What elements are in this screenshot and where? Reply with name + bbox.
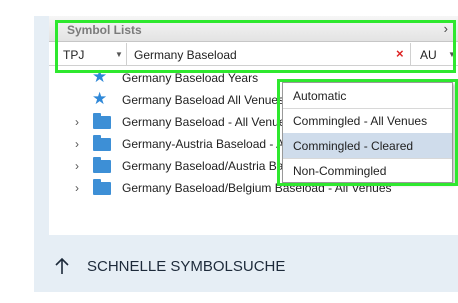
folder-icon [93,135,111,151]
folder-icon [93,113,111,129]
chevron-right-icon[interactable]: › [444,21,448,36]
exchange-select-value: TPJ [63,48,85,62]
quick-search-label: SCHNELLE SYMBOLSUCHE [87,258,286,275]
info-card: Symbol Lists › TPJ ▼ × AU ▼ ★ Germany Ba… [34,16,458,292]
dropdown-option-label: Commingled - All Venues [293,114,428,128]
venue-mode-dropdown: Automatic Commingled - All Venues Commin… [282,82,453,183]
star-icon: ★ [92,89,108,108]
folder-icon [93,179,111,195]
venue-mode-select-value: AU [420,48,437,62]
dropdown-option-label: Commingled - Cleared [293,139,414,153]
star-icon: ★ [92,67,108,86]
dropdown-option[interactable]: Automatic [283,83,452,108]
list-item-label: Germany Baseload - All Venues [122,115,292,129]
dropdown-option-label: Automatic [293,89,347,103]
dropdown-option-label: Non-Commingled [293,164,387,178]
symbol-lists-header[interactable]: Symbol Lists › [49,16,458,42]
search-toolbar: TPJ ▼ × AU ▼ [49,43,458,66]
list-item-label: Germany Baseload/Belgium Baseload - All … [122,181,392,195]
symbol-search-input[interactable] [134,46,374,63]
folder-icon [93,157,111,173]
screenshot-panel: Symbol Lists › TPJ ▼ × AU ▼ ★ Germany Ba… [49,16,458,235]
chevron-right-icon[interactable]: › [75,159,79,173]
symbol-search[interactable]: × [128,43,409,66]
close-icon[interactable]: × [396,46,404,61]
arrow-up-icon [55,257,69,274]
list-item-label: Germany Baseload Years [122,71,259,85]
chevron-down-icon[interactable]: ▼ [448,50,456,59]
list-item-label: Germany Baseload All Venues [122,93,285,107]
chevron-down-icon[interactable]: ▼ [115,50,123,59]
dropdown-option[interactable]: Non-Commingled [283,158,452,183]
chevron-right-icon[interactable]: › [75,137,79,151]
chevron-right-icon[interactable]: › [75,181,79,195]
dropdown-option[interactable]: Commingled - All Venues [283,108,452,133]
panel-title: Symbol Lists [67,23,142,37]
exchange-select[interactable]: TPJ ▼ [57,43,127,66]
venue-mode-select[interactable]: AU ▼ [410,43,458,66]
dropdown-option-selected[interactable]: Commingled - Cleared [283,133,452,158]
chevron-right-icon[interactable]: › [75,115,79,129]
